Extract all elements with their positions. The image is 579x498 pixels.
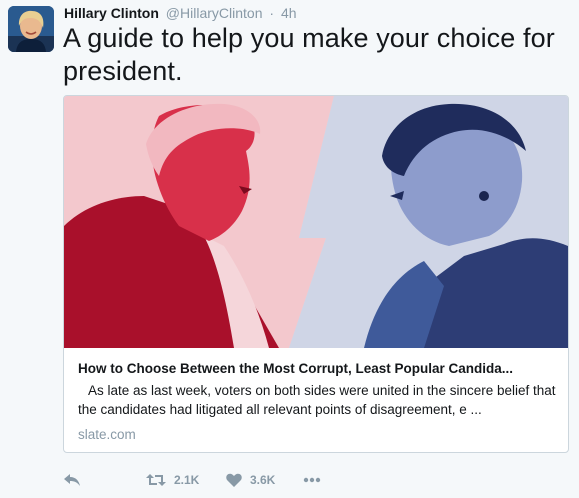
split-portrait-image-icon [64, 96, 568, 348]
author-name[interactable]: Hillary Clinton [64, 5, 159, 21]
tweet: Hillary Clinton @HillaryClinton · 4h A g… [0, 0, 579, 498]
tweet-text: A guide to help you make your choice for… [63, 23, 555, 86]
like-button[interactable]: 3.6K [226, 470, 275, 490]
tweet-header: Hillary Clinton @HillaryClinton · 4h [64, 4, 297, 22]
retweet-icon [146, 474, 166, 486]
card-title[interactable]: How to Choose Between the Most Corrupt, … [78, 360, 560, 378]
link-card[interactable]: How to Choose Between the Most Corrupt, … [63, 95, 569, 453]
avatar[interactable] [8, 6, 54, 52]
heart-icon [226, 473, 242, 487]
tweet-actions: 2.1K 3.6K [63, 470, 563, 490]
like-count: 3.6K [250, 473, 276, 487]
card-domain[interactable]: slate.com [78, 426, 136, 444]
author-handle[interactable]: @HillaryClinton [166, 5, 263, 21]
retweet-count: 2.1K [174, 473, 200, 487]
separator: · [269, 5, 275, 21]
reply-icon [64, 474, 80, 486]
card-description: As late as last week, voters on both sid… [78, 383, 556, 417]
more-icon [303, 477, 321, 483]
retweet-button[interactable]: 2.1K [146, 470, 199, 490]
more-button[interactable] [303, 470, 321, 490]
card-image[interactable] [64, 96, 568, 348]
profile-photo-icon [8, 6, 54, 52]
timestamp[interactable]: 4h [281, 5, 297, 21]
reply-button[interactable] [63, 470, 81, 490]
